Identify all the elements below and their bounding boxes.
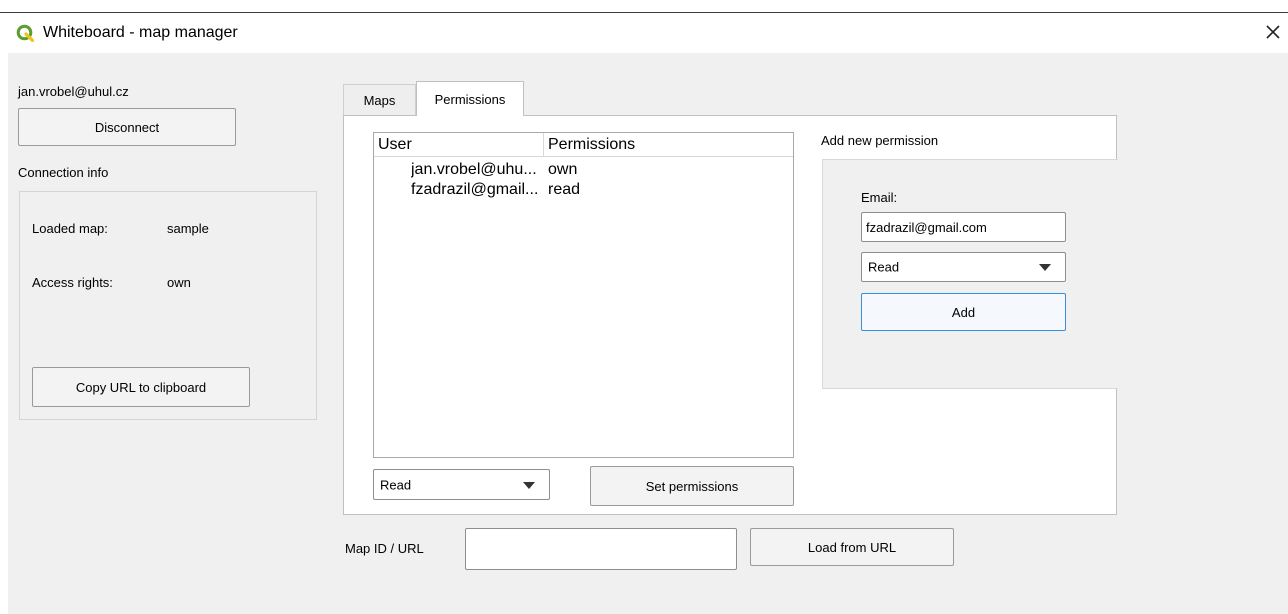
- loaded-map-value: sample: [167, 221, 209, 236]
- add-button[interactable]: Add: [861, 293, 1066, 331]
- permission-select-value: Read: [380, 477, 412, 492]
- row-permission: read: [548, 181, 581, 198]
- set-permissions-button[interactable]: Set permissions: [590, 466, 794, 506]
- connection-info-title: Connection info: [18, 165, 109, 180]
- add-permission-panel: Email: Read Add: [822, 159, 1118, 389]
- row-permission: own: [548, 161, 578, 178]
- row-user: fzadrazil@gmail...: [411, 181, 539, 198]
- permissions-list[interactable]: User Permissions jan.vrobel@uhu... own f…: [373, 132, 794, 458]
- access-rights-value: own: [167, 275, 191, 290]
- new-permission-select[interactable]: Read: [861, 252, 1066, 282]
- title-bar: Whiteboard - map manager: [0, 13, 1288, 53]
- email-field[interactable]: [861, 212, 1066, 242]
- row-user: jan.vrobel@uhu...: [411, 161, 537, 178]
- add-permission-title: Add new permission: [821, 133, 939, 148]
- chevron-down-icon: [523, 481, 535, 489]
- tab-permissions[interactable]: Permissions: [416, 81, 524, 116]
- chevron-down-icon: [1039, 264, 1051, 271]
- connection-info-group: Loaded map: sample Access rights: own Co…: [19, 191, 317, 420]
- table-row[interactable]: jan.vrobel@uhu... own: [374, 161, 793, 181]
- table-row[interactable]: fzadrazil@gmail... read: [374, 181, 793, 201]
- tab-maps[interactable]: Maps: [343, 84, 416, 116]
- loaded-map-label: Loaded map:: [32, 221, 108, 236]
- close-icon[interactable]: [1260, 19, 1286, 45]
- account-email: jan.vrobel@uhul.cz: [18, 84, 129, 99]
- column-header-permissions[interactable]: Permissions: [543, 133, 793, 157]
- load-from-url-button[interactable]: Load from URL: [750, 528, 954, 566]
- disconnect-button[interactable]: Disconnect: [18, 108, 236, 146]
- map-id-label: Map ID / URL: [345, 541, 424, 556]
- email-label: Email:: [861, 190, 898, 205]
- permissions-list-header: User Permissions: [374, 133, 793, 157]
- map-id-input[interactable]: [465, 528, 737, 570]
- dialog-body: jan.vrobel@uhul.cz Disconnect Connection…: [8, 53, 1288, 614]
- qgis-logo-icon: [16, 24, 34, 42]
- new-permission-select-value: Read: [868, 259, 900, 275]
- permission-select[interactable]: Read: [373, 469, 550, 500]
- column-header-user[interactable]: User: [374, 133, 543, 157]
- access-rights-label: Access rights:: [32, 275, 113, 290]
- copy-url-button[interactable]: Copy URL to clipboard: [32, 367, 250, 407]
- window-title: Whiteboard - map manager: [43, 24, 238, 41]
- permissions-tab-pane: User Permissions jan.vrobel@uhu... own f…: [343, 115, 1118, 515]
